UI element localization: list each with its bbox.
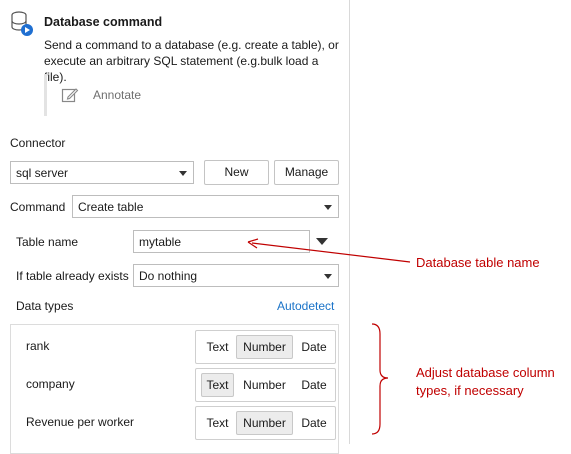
types-callout: Adjust database column types, if necessa… [416, 365, 555, 398]
callout-arrow-line [251, 242, 411, 263]
callout-brace [371, 323, 389, 435]
table-name-callout: Database table name [416, 255, 540, 270]
